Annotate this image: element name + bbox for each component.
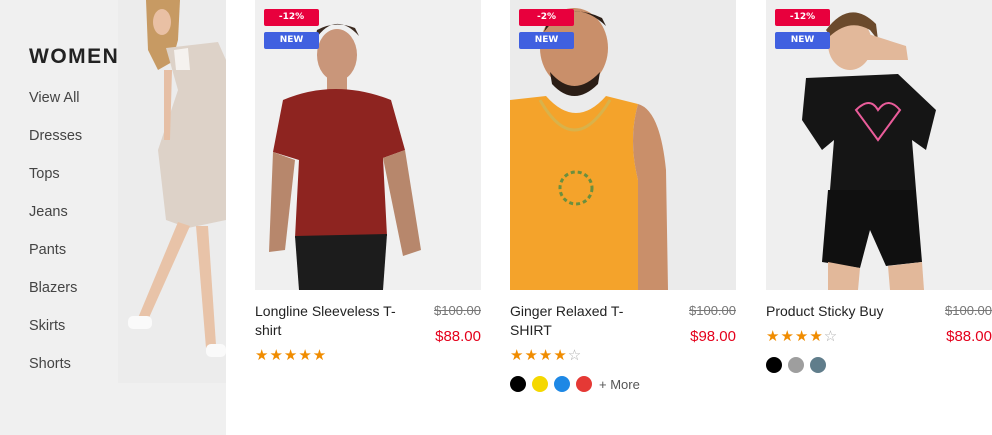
new-badge: NEW	[264, 32, 319, 49]
discount-badge: -12%	[775, 9, 830, 26]
product-image[interactable]: -12% NEW	[766, 0, 992, 290]
color-swatches: + More	[510, 376, 640, 392]
old-price: $100.00	[689, 303, 736, 318]
more-colors-link[interactable]: + More	[599, 377, 640, 392]
product-image[interactable]: -2% NEW	[510, 0, 736, 290]
category-item-tops[interactable]: Tops	[29, 166, 82, 204]
star-filled-icon: ★★★★	[510, 347, 568, 364]
category-banner: WOMEN View All Dresses Tops Jeans Pants …	[0, 0, 226, 435]
category-item-shorts[interactable]: Shorts	[29, 356, 82, 394]
sale-price: $88.00	[435, 328, 481, 345]
star-filled-icon: ★★★★★	[255, 347, 328, 364]
color-swatch-blue[interactable]	[554, 376, 570, 392]
category-item-view-all[interactable]: View All	[29, 90, 82, 128]
product-card[interactable]: -2% NEW Ginger Relaxed T-SHIRT $100.00 $…	[510, 0, 750, 435]
color-swatches	[766, 357, 832, 373]
category-item-skirts[interactable]: Skirts	[29, 318, 82, 356]
product-card[interactable]: -12% NEW Product Sticky Buy $100.00 $88.…	[766, 0, 992, 435]
product-image[interactable]: -12% NEW	[255, 0, 481, 290]
sale-price: $88.00	[946, 328, 992, 345]
color-swatch-gray[interactable]	[788, 357, 804, 373]
color-swatch-black[interactable]	[510, 376, 526, 392]
color-swatch-black[interactable]	[766, 357, 782, 373]
star-empty-icon: ☆	[823, 328, 839, 345]
star-empty-icon: ☆	[567, 347, 583, 364]
new-badge: NEW	[775, 32, 830, 49]
rating-stars: ★★★★☆	[766, 327, 838, 345]
sale-price: $98.00	[690, 328, 736, 345]
old-price: $100.00	[434, 303, 481, 318]
product-name[interactable]: Longline Sleeveless T-shirt	[255, 302, 410, 340]
color-swatch-slate[interactable]	[810, 357, 826, 373]
star-filled-icon: ★★★★	[766, 328, 824, 345]
category-title: WOMEN	[29, 45, 120, 68]
rating-stars: ★★★★★	[255, 346, 327, 364]
category-item-pants[interactable]: Pants	[29, 242, 82, 280]
product-card[interactable]: -12% NEW Longline Sleeveless T-shirt $10…	[255, 0, 495, 435]
model-photo	[118, 0, 226, 383]
category-list: View All Dresses Tops Jeans Pants Blazer…	[29, 90, 82, 394]
category-item-jeans[interactable]: Jeans	[29, 204, 82, 242]
old-price: $100.00	[945, 303, 992, 318]
category-item-blazers[interactable]: Blazers	[29, 280, 82, 318]
color-swatch-red[interactable]	[576, 376, 592, 392]
color-swatch-yellow[interactable]	[532, 376, 548, 392]
discount-badge: -2%	[519, 9, 574, 26]
discount-badge: -12%	[264, 9, 319, 26]
category-item-dresses[interactable]: Dresses	[29, 128, 82, 166]
product-name[interactable]: Ginger Relaxed T-SHIRT	[510, 302, 665, 340]
new-badge: NEW	[519, 32, 574, 49]
rating-stars: ★★★★☆	[510, 346, 582, 364]
product-name[interactable]: Product Sticky Buy	[766, 302, 921, 321]
